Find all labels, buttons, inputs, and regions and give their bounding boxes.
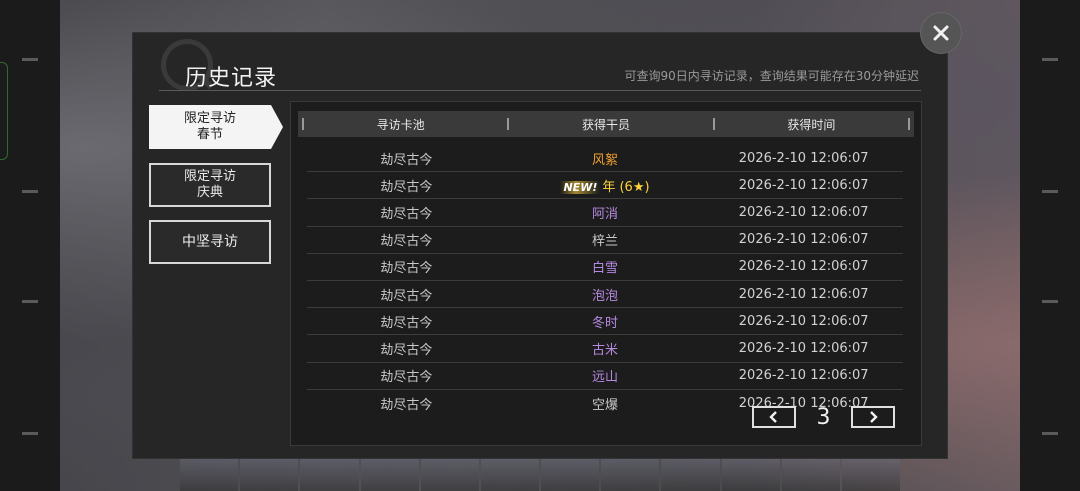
operator-name: 空爆: [592, 397, 619, 413]
background-thumbnails: [180, 458, 901, 491]
table-row: 劫尽古今 古米 2026-2-10 12:06:07: [307, 335, 903, 363]
pool-cell: 劫尽古今: [380, 370, 433, 386]
time-cell: 2026-2-10 12:06:07: [738, 313, 869, 329]
table-row: 劫尽古今 梓兰 2026-2-10 12:06:07: [307, 227, 903, 254]
tab-label: 限定寻访: [183, 169, 236, 184]
operator-cell: 远山: [506, 366, 705, 385]
pool-cell: 劫尽古今: [380, 152, 433, 168]
tab-label: 限定寻访: [183, 111, 236, 126]
operator-cell: 泡泡: [506, 285, 705, 304]
frame-tick: [22, 300, 38, 303]
tab-standard[interactable]: 中坚寻访: [149, 220, 271, 264]
chevron-left-icon: [769, 411, 777, 423]
table-row: 劫尽古今 NEW! 年 (6★) 2026-2-10 12:06:07: [307, 172, 903, 200]
operator-name: 白雪: [592, 261, 619, 277]
pagination: 3: [752, 404, 895, 430]
time-cell: 2026-2-10 12:06:07: [738, 204, 869, 220]
prev-page-button[interactable]: [752, 406, 796, 428]
operator-cell: 冬时: [506, 312, 705, 331]
time-cell: 2026-2-10 12:06:07: [738, 286, 869, 302]
query-notice: 可查询90日内寻访记录，查询结果可能存在30分钟延迟: [624, 69, 919, 83]
time-cell: 2026-2-10 12:06:07: [738, 232, 869, 248]
time-cell: 2026-2-10 12:06:07: [738, 368, 869, 384]
time-cell: 2026-2-10 12:06:07: [738, 150, 869, 166]
operator-cell: NEW! 年 (6★): [506, 176, 705, 195]
operator-name: 古米: [592, 342, 619, 358]
operator-name: 梓兰: [592, 234, 619, 250]
operator-cell: 白雪: [506, 257, 705, 276]
frame-tick: [22, 58, 38, 61]
operator-cell: 阿消: [506, 203, 705, 222]
operator-cell: 梓兰: [506, 230, 705, 249]
left-accent: [0, 62, 8, 160]
right-frame: [1020, 0, 1080, 491]
time-cell: 2026-2-10 12:06:07: [738, 177, 869, 193]
pool-cell: 劫尽古今: [380, 288, 433, 304]
title-divider: [159, 90, 921, 91]
page-number: 3: [816, 404, 831, 430]
pool-cell: 劫尽古今: [380, 315, 433, 331]
table-row: 劫尽古今 阿消 2026-2-10 12:06:07: [307, 199, 903, 227]
table-row: 劫尽古今 风絮 2026-2-10 12:06:07: [307, 145, 903, 173]
pool-cell: 劫尽古今: [380, 206, 433, 222]
operator-name: 阿消: [592, 206, 619, 222]
frame-tick: [1042, 190, 1058, 193]
table-header: 寻访卡池 获得干员 获得时间: [298, 111, 914, 137]
new-badge: NEW!: [560, 180, 601, 194]
next-page-button[interactable]: [851, 406, 895, 428]
column-header-operator: 获得干员: [503, 111, 708, 137]
frame-tick: [1042, 300, 1058, 303]
table-row: 劫尽古今 远山 2026-2-10 12:06:07: [307, 363, 903, 390]
history-dialog: 历史记录 可查询90日内寻访记录，查询结果可能存在30分钟延迟 限定寻访 春节 …: [133, 33, 947, 458]
table-row: 劫尽古今 白雪 2026-2-10 12:06:07: [307, 254, 903, 281]
close-icon: [933, 25, 949, 41]
time-cell: 2026-2-10 12:06:07: [738, 259, 869, 275]
column-header-time: 获得时间: [709, 111, 914, 137]
pool-cell: 劫尽古今: [380, 397, 433, 413]
tab-limited-spring[interactable]: 限定寻访 春节: [149, 105, 283, 149]
pool-cell: 劫尽古今: [380, 342, 433, 358]
operator-name: 泡泡: [592, 288, 619, 304]
tab-limited-celebration[interactable]: 限定寻访 庆典: [149, 163, 271, 207]
operator-name: 冬时: [592, 315, 619, 331]
table-row: 劫尽古今 冬时 2026-2-10 12:06:07: [307, 308, 903, 336]
tab-sublabel: 春节: [196, 127, 223, 142]
time-cell: 2026-2-10 12:06:07: [738, 340, 869, 356]
tab-sublabel: 庆典: [196, 185, 223, 200]
chevron-right-icon: [870, 411, 878, 423]
operator-name: 年 (6★): [602, 179, 650, 195]
pool-cell: 劫尽古今: [380, 234, 433, 250]
operator-cell: 风絮: [506, 149, 705, 168]
frame-tick: [22, 190, 38, 193]
frame-tick: [1042, 58, 1058, 61]
column-header-pool: 寻访卡池: [298, 111, 503, 137]
frame-tick: [22, 432, 38, 435]
pool-cell: 劫尽古今: [380, 179, 433, 195]
table-row: 劫尽古今 泡泡 2026-2-10 12:06:07: [307, 281, 903, 309]
operator-cell: 空爆: [506, 394, 705, 413]
operator-name: 风絮: [592, 152, 619, 168]
tab-label: 中坚寻访: [182, 234, 238, 250]
close-button[interactable]: [921, 13, 961, 53]
operator-cell: 古米: [506, 339, 705, 358]
frame-tick: [1042, 432, 1058, 435]
dialog-title: 历史记录: [185, 66, 278, 91]
table-body: 劫尽古今 风絮 2026-2-10 12:06:07 劫尽古今 NEW! 年 (6★) 20…: [307, 145, 903, 417]
pool-cell: 劫尽古今: [380, 261, 433, 277]
operator-name: 远山: [592, 370, 619, 386]
history-table: 寻访卡池 获得干员 获得时间 劫尽古今 风絮 2026-2-10 12:06:07 劫…: [290, 101, 922, 446]
left-frame: [0, 0, 60, 491]
